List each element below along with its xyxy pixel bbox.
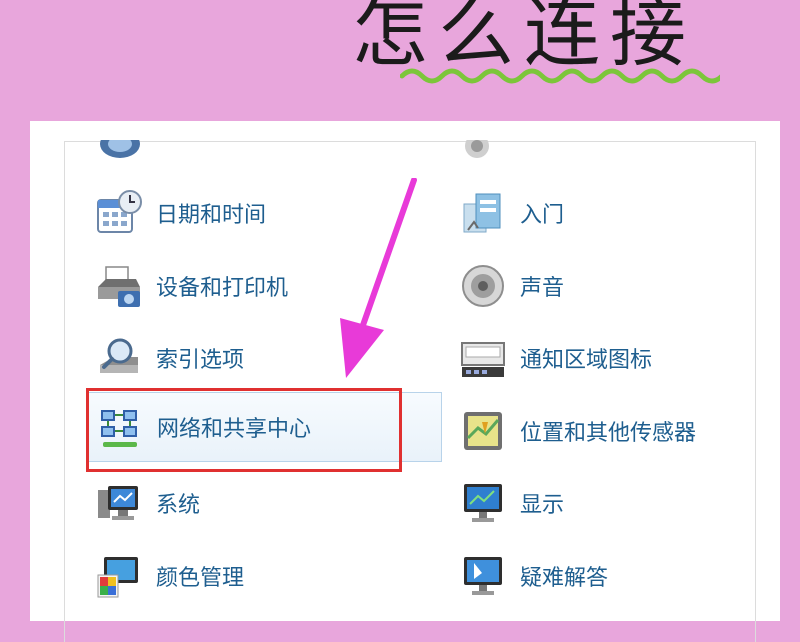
- cp-item-troubleshooting[interactable]: 疑难解答: [460, 548, 790, 604]
- location-sensor-icon: [460, 408, 506, 454]
- troubleshoot-icon: [460, 553, 506, 599]
- index-search-icon: [96, 335, 142, 381]
- cp-item-getting-started[interactable]: 入门: [460, 185, 790, 241]
- cp-item-label: 颜色管理: [156, 566, 245, 591]
- color-management-icon: [96, 553, 142, 599]
- highlight-box: [86, 388, 402, 472]
- cut-off-icon-left: [100, 140, 140, 158]
- cp-item-label: 入门: [520, 203, 565, 228]
- getting-started-icon: [460, 190, 506, 236]
- notification-tray-icon: [460, 335, 506, 381]
- cp-item-label: 日期和时间: [156, 203, 267, 228]
- cut-off-icon-right: [465, 140, 489, 158]
- cp-item-label: 系统: [156, 493, 201, 518]
- cp-item-color-management[interactable]: 颜色管理: [96, 548, 426, 604]
- display-icon: [460, 480, 506, 526]
- cp-item-notification-icons[interactable]: 通知区域图标: [460, 330, 790, 386]
- cp-item-label: 索引选项: [156, 348, 245, 373]
- speaker-icon: [460, 263, 506, 309]
- wavy-underline: [400, 68, 720, 84]
- cp-item-display[interactable]: 显示: [460, 475, 790, 531]
- cp-item-label: 位置和其他传感器: [520, 421, 697, 446]
- cp-item-label: 设备和打印机: [156, 276, 289, 301]
- cp-item-system[interactable]: 系统: [96, 475, 426, 531]
- cp-item-sound[interactable]: 声音: [460, 258, 790, 314]
- computer-icon: [96, 480, 142, 526]
- cp-item-label: 显示: [520, 493, 565, 518]
- cp-item-label: 声音: [520, 276, 565, 301]
- printer-icon: [96, 263, 142, 309]
- cp-item-label: 通知区域图标: [520, 348, 653, 373]
- calendar-clock-icon: [96, 190, 142, 236]
- pointer-arrow: [340, 178, 417, 378]
- cp-item-label: 疑难解答: [520, 566, 609, 591]
- cp-item-location-sensors[interactable]: 位置和其他传感器: [460, 403, 790, 459]
